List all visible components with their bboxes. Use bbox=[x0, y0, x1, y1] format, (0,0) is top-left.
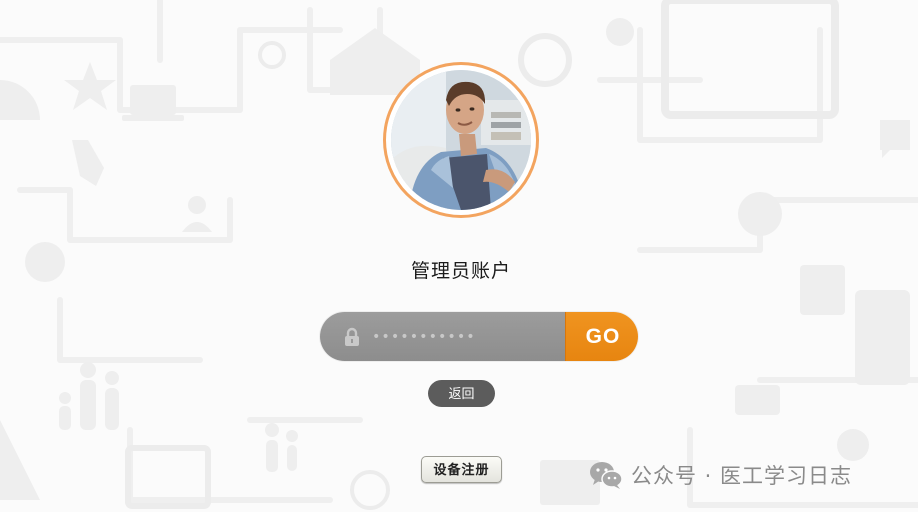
password-input[interactable] bbox=[370, 327, 544, 346]
login-bar: GO bbox=[320, 312, 638, 361]
login-page: 管理员账户 GO 返回 设备注册 公众号 · 医工学习 bbox=[0, 0, 918, 512]
account-title: 管理员账户 bbox=[410, 260, 511, 282]
user-avatar bbox=[391, 70, 531, 210]
wechat-icon bbox=[590, 462, 623, 489]
device-register-button[interactable]: 设备注册 bbox=[421, 456, 502, 483]
watermark: 公众号 · 医工学习日志 bbox=[589, 458, 852, 492]
go-button[interactable]: GO bbox=[565, 312, 638, 361]
avatar-frame bbox=[383, 62, 539, 218]
password-field-container bbox=[320, 312, 565, 361]
watermark-text: 公众号 · 医工学习日志 bbox=[631, 464, 853, 488]
lock-icon bbox=[344, 327, 360, 347]
user-photo-icon bbox=[391, 70, 531, 210]
back-button[interactable]: 返回 bbox=[428, 380, 495, 407]
